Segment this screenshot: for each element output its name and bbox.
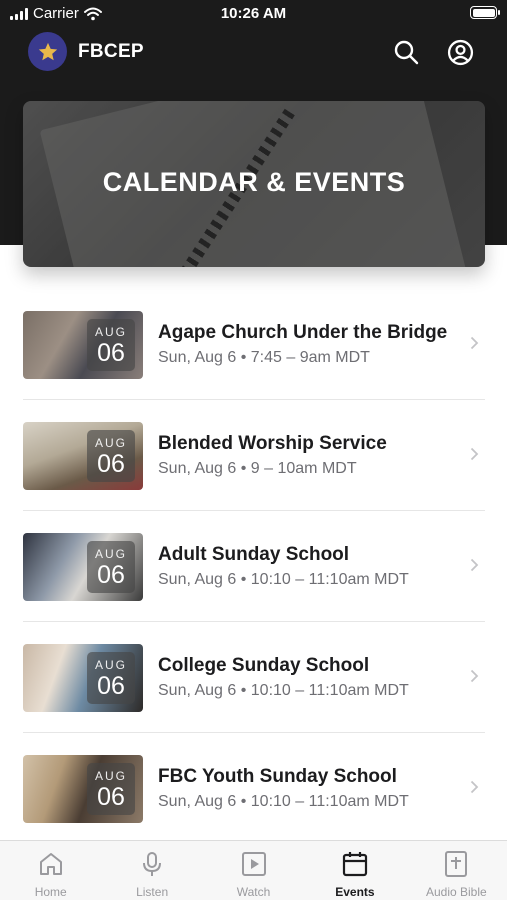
event-row[interactable]: AUG 06 Agape Church Under the Bridge Sun…	[0, 289, 507, 400]
page-title: CALENDAR & EVENTS	[102, 167, 406, 197]
date-month: AUG	[94, 325, 127, 339]
microphone-icon	[143, 852, 162, 876]
bible-icon	[445, 851, 468, 877]
date-day: 06	[97, 783, 125, 811]
event-title: Adult Sunday School	[158, 544, 350, 565]
app-header: FBCEP	[0, 30, 507, 76]
tab-label: Listen	[136, 885, 169, 899]
date-day: 06	[97, 561, 125, 589]
tab-audio-bible[interactable]: Audio Bible	[406, 841, 507, 900]
date-badge: AUG 06	[87, 652, 135, 704]
event-thumbnail: AUG 06	[23, 311, 143, 379]
tab-label: Home	[34, 885, 67, 899]
event-title: Agape Church Under the Bridge	[158, 322, 448, 343]
tab-events[interactable]: Events	[304, 841, 405, 900]
tab-label: Audio Bible	[425, 885, 487, 899]
tab-home[interactable]: Home	[0, 841, 101, 900]
status-time: 10:26 AM	[220, 5, 287, 22]
date-month: AUG	[94, 769, 127, 783]
event-thumbnail: AUG 06	[23, 755, 143, 823]
event-row[interactable]: AUG 06 Blended Worship Service Sun, Aug …	[0, 400, 507, 511]
search-button[interactable]	[392, 38, 420, 66]
play-icon	[241, 852, 266, 876]
date-day: 06	[97, 339, 125, 367]
status-bar: Carrier 10:26 AM	[0, 0, 507, 30]
event-time: Sun, Aug 6 • 10:10 – 11:10am MDT	[158, 682, 409, 699]
date-month: AUG	[94, 658, 127, 672]
chevron-right-icon	[470, 780, 479, 794]
date-month: AUG	[94, 547, 127, 561]
date-badge: AUG 06	[87, 541, 135, 593]
event-thumbnail: AUG 06	[23, 422, 143, 490]
date-badge: AUG 06	[87, 430, 135, 482]
tab-watch[interactable]: Watch	[203, 841, 304, 900]
event-thumbnail: AUG 06	[23, 533, 143, 601]
chevron-right-icon	[470, 669, 479, 683]
tab-label: Events	[335, 885, 375, 899]
user-icon	[447, 39, 473, 65]
home-icon	[39, 853, 62, 875]
star-icon	[38, 42, 57, 60]
event-title: College Sunday School	[158, 655, 370, 676]
event-row[interactable]: AUG 06 Adult Sunday School Sun, Aug 6 • …	[0, 511, 507, 622]
tab-listen[interactable]: Listen	[101, 841, 202, 900]
profile-button[interactable]	[446, 38, 474, 66]
event-time: Sun, Aug 6 • 10:10 – 11:10am MDT	[158, 793, 409, 810]
calendar-icon	[342, 852, 368, 877]
hero-banner: CALENDAR & EVENTS	[23, 101, 485, 267]
event-thumbnail: AUG 06	[23, 644, 143, 712]
chevron-right-icon	[470, 447, 479, 461]
tab-bar: Home Listen Watch Events Audio Bible	[0, 840, 507, 900]
events-list: AUG 06 Agape Church Under the Bridge Sun…	[0, 289, 507, 844]
tab-label: Watch	[236, 885, 271, 899]
event-title: FBC Youth Sunday School	[158, 766, 397, 787]
event-time: Sun, Aug 6 • 9 – 10am MDT	[158, 460, 357, 477]
event-row[interactable]: AUG 06 College Sunday School Sun, Aug 6 …	[0, 622, 507, 733]
date-badge: AUG 06	[87, 319, 135, 371]
event-time: Sun, Aug 6 • 10:10 – 11:10am MDT	[158, 571, 409, 588]
date-day: 06	[97, 672, 125, 700]
brand-name: FBCEP	[78, 41, 144, 62]
chevron-right-icon	[470, 558, 479, 572]
date-day: 06	[97, 450, 125, 478]
battery-icon	[470, 6, 500, 19]
search-icon	[394, 40, 419, 65]
event-title: Blended Worship Service	[158, 433, 387, 454]
date-badge: AUG 06	[87, 763, 135, 815]
event-time: Sun, Aug 6 • 7:45 – 9am MDT	[158, 349, 370, 366]
church-logo[interactable]	[28, 32, 67, 71]
chevron-right-icon	[470, 336, 479, 350]
date-month: AUG	[94, 436, 127, 450]
event-row[interactable]: AUG 06 FBC Youth Sunday School Sun, Aug …	[0, 733, 507, 844]
